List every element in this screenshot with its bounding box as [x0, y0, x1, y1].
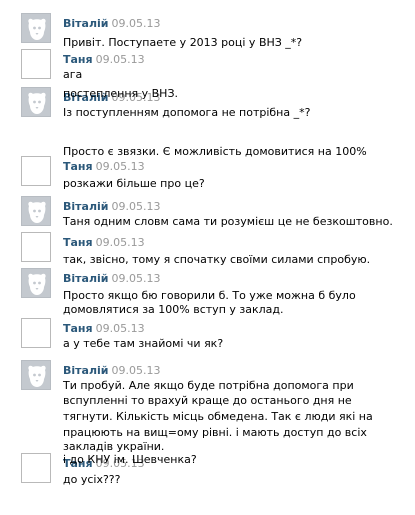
message-text-line: тягнути. Кількість місць обмедена. Так є… — [63, 410, 373, 423]
message-text-line: закладів україни. — [63, 440, 165, 453]
author-name[interactable]: Віталій 09.05.13 — [63, 364, 160, 377]
author-name-text[interactable]: Таня — [63, 236, 93, 249]
message-text-line: домовлятися за 100% вступ у заклад. — [63, 303, 284, 316]
message-text-line: так, звісно, тому я спочатку своїми сила… — [63, 253, 371, 266]
chat-history: Віталій 09.05.13 Привіт. Поступаете у 2013… — [0, 0, 415, 515]
author-name-text[interactable]: Таня — [63, 160, 93, 173]
message-date: 09.05.13 — [95, 53, 145, 66]
author-name[interactable]: Таня 09.05.13 — [63, 160, 145, 173]
message-text-line: Із поступленням допомога не потрібна _*? — [63, 106, 311, 119]
author-name-text[interactable]: Віталій — [63, 364, 109, 377]
author-name-text[interactable]: Віталій — [63, 17, 109, 30]
dog-avatar-icon[interactable] — [21, 87, 51, 117]
author-name-text[interactable]: Таня — [63, 53, 93, 66]
author-name[interactable]: Віталій 09.05.13 — [63, 272, 160, 285]
message-text-line: розкажи більше про це? — [63, 177, 205, 190]
message-text-line: постеплення у ВНЗ. — [63, 87, 179, 100]
message-text-line: Привіт. Поступаете у 2013 році у ВНЗ _*? — [63, 36, 303, 49]
message-text-line: до усіх??? — [63, 473, 121, 486]
message-text-line: і до КНУ ім. Шевченка? — [63, 453, 197, 466]
avatar[interactable] — [21, 232, 51, 262]
author-name[interactable]: Віталій 09.05.13 — [63, 200, 160, 213]
dog-avatar-icon[interactable] — [21, 196, 51, 226]
author-name-text[interactable]: Таня — [63, 322, 93, 335]
author-name[interactable]: Таня 09.05.13 — [63, 322, 145, 335]
message-date: 09.05.13 — [111, 364, 161, 377]
message-text-line: Таня одним словм сама ти розумієш це не … — [63, 215, 393, 228]
avatar[interactable] — [21, 453, 51, 483]
message-date: 09.05.13 — [95, 160, 145, 173]
dog-avatar-icon[interactable] — [21, 360, 51, 390]
dog-avatar-icon[interactable] — [21, 268, 51, 298]
avatar[interactable] — [21, 156, 51, 186]
message-text-line: Ти пробуй. Але якщо буде потрібна допомо… — [63, 379, 354, 392]
dog-avatar-icon[interactable] — [21, 13, 51, 43]
avatar[interactable] — [21, 318, 51, 348]
message-date: 09.05.13 — [95, 236, 145, 249]
message-date: 09.05.13 — [111, 17, 161, 30]
message-text-line: працюють на вищ=ому рівні. і мають досту… — [63, 426, 367, 439]
message-text-line: Просто якщо бю говорили б. То уже можна … — [63, 289, 356, 302]
author-name-text[interactable]: Віталій — [63, 200, 109, 213]
message-text-line: Просто є звязки. Є можливість домовитися… — [63, 145, 367, 158]
message-text-line: вспупленні то врахуй краще до останього … — [63, 394, 352, 407]
avatar[interactable] — [21, 49, 51, 79]
message-date: 09.05.13 — [95, 322, 145, 335]
message-date: 09.05.13 — [111, 272, 161, 285]
message-text-line: ага — [63, 68, 83, 81]
message-text-line: а у тебе там знайомі чи як? — [63, 337, 224, 350]
author-name[interactable]: Таня 09.05.13 — [63, 236, 145, 249]
author-name-text[interactable]: Віталій — [63, 272, 109, 285]
author-name[interactable]: Віталій 09.05.13 — [63, 17, 160, 30]
author-name[interactable]: Таня 09.05.13 — [63, 53, 145, 66]
message-date: 09.05.13 — [111, 200, 161, 213]
